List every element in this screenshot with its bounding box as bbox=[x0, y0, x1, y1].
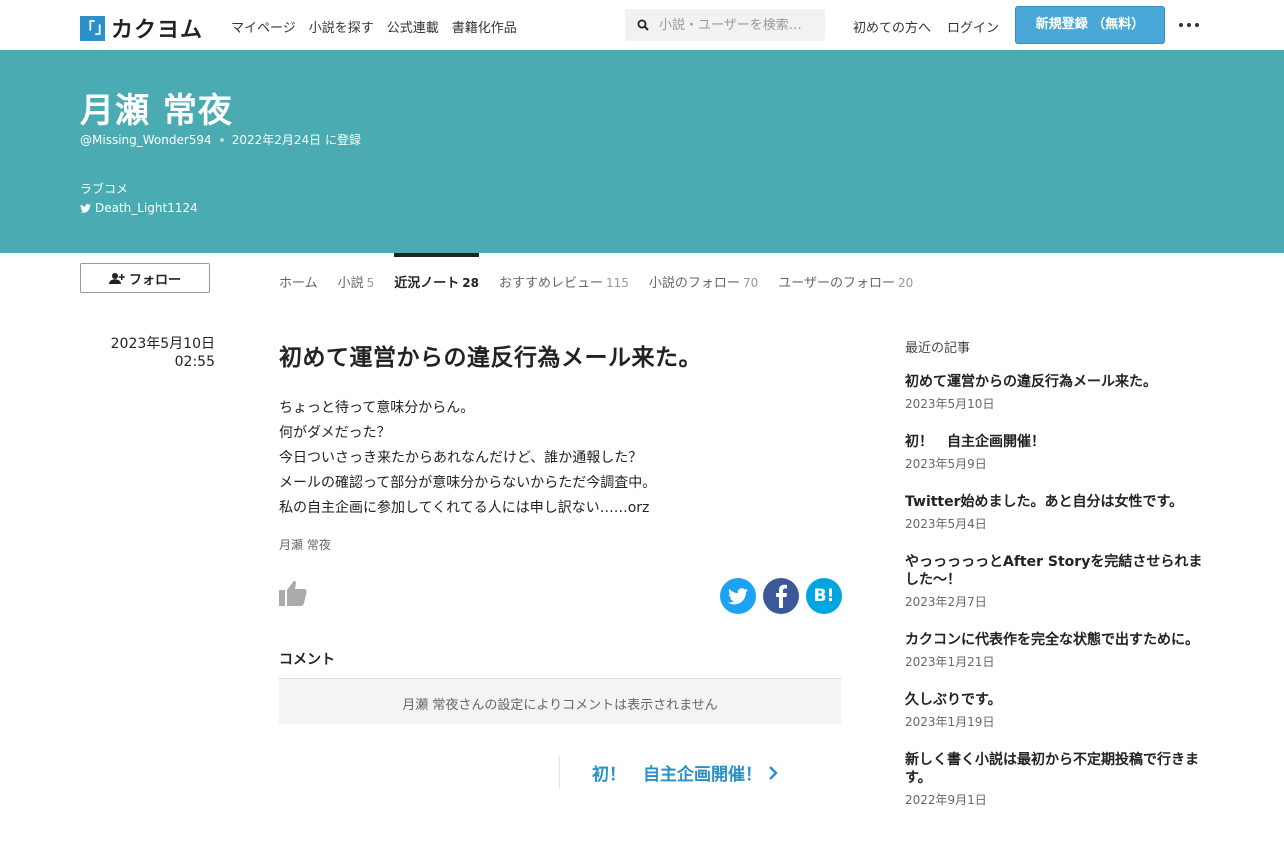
recent-post-date: 2023年5月4日 bbox=[905, 517, 987, 531]
post-line: 今日ついさっき来たからあれなんだけど、誰か通報した？ bbox=[279, 450, 643, 466]
tab-count: 20 bbox=[897, 276, 914, 290]
search-icon bbox=[637, 19, 649, 31]
follow-label: フォロー bbox=[128, 272, 181, 288]
recent-posts-heading: 最近の記事 bbox=[905, 341, 971, 356]
post-actions: B! bbox=[279, 578, 842, 614]
post-line: 私の自主企画に参加してくれてる人には申し訳ない……orz bbox=[279, 500, 650, 516]
signup-button[interactable]: 新規登録 （無料） bbox=[1015, 6, 1165, 44]
top-bar: 「」 カクヨム マイページ 小説を探す 公式連載 書籍化作品 初めての方へ ログ… bbox=[0, 0, 1284, 50]
registration-date: 2022年2月24日 に登録 bbox=[231, 133, 361, 147]
add-user-icon bbox=[108, 272, 125, 284]
site-logo[interactable]: 「」 カクヨム bbox=[80, 12, 203, 44]
comment-notice: 月瀬 常夜さんの設定によりコメントは表示されません bbox=[279, 678, 841, 724]
tab-novels[interactable]: 小説 5 bbox=[338, 253, 375, 303]
login-link[interactable]: ログイン bbox=[947, 17, 999, 36]
recent-post-title[interactable]: 初！ 自主企画開催！ bbox=[905, 433, 1205, 451]
logo-text: カクヨム bbox=[111, 18, 204, 43]
post-line: メールの確認って部分が意味分からないからただ今調査中。 bbox=[279, 475, 657, 491]
follow-button[interactable]: フォロー bbox=[80, 263, 210, 293]
share-hatena-button[interactable]: B! bbox=[806, 578, 842, 614]
nav-find-novels[interactable]: 小説を探す bbox=[309, 17, 374, 36]
user-bio: ラブコメ bbox=[80, 182, 129, 196]
recent-post-date: 2023年1月19日 bbox=[905, 715, 995, 729]
tab-count: 115 bbox=[606, 276, 629, 290]
recent-post-item[interactable]: 新しく書く小説は最初から不定期投稿で行きます。 2022年9月1日 bbox=[905, 751, 1205, 808]
post-line: ちょっと待って意味分からん。 bbox=[279, 400, 475, 416]
tab-label: 小説 bbox=[337, 276, 364, 291]
comment-heading: コメント bbox=[279, 652, 335, 668]
twitter-icon bbox=[80, 203, 91, 213]
recent-post-title[interactable]: やっっっっっとAfter Storyを完結させられました～！ bbox=[905, 553, 1205, 589]
recent-post-title[interactable]: 初めて運営からの違反行為メール来た。 bbox=[905, 373, 1205, 391]
recent-post-title[interactable]: Twitter始めました。あと自分は女性です。 bbox=[905, 493, 1205, 511]
tab-followed-novels[interactable]: 小説のフォロー 70 bbox=[649, 253, 758, 303]
nav-published-works[interactable]: 書籍化作品 bbox=[452, 17, 517, 36]
profile-tabs: ホーム 小説 5 近況ノート 28 おすすめレビュー 115 小説のフォロー 70 ユー… bbox=[279, 253, 933, 303]
more-menu-icon[interactable] bbox=[1178, 14, 1200, 36]
logo-mark: 「」 bbox=[80, 15, 110, 41]
tab-home[interactable]: ホーム bbox=[279, 253, 318, 303]
tab-reviews[interactable]: おすすめレビュー 115 bbox=[499, 253, 629, 303]
user-name[interactable]: 月瀬 常夜 bbox=[80, 83, 233, 132]
recent-post-item[interactable]: 初めて運営からの違反行為メール来た。 2023年5月10日 bbox=[905, 373, 1205, 412]
post-date: 2023年5月10日 bbox=[110, 336, 215, 352]
recent-post-title[interactable]: 久しぶりです。 bbox=[905, 691, 1205, 709]
post-datetime: 2023年5月10日 02:55 bbox=[80, 335, 215, 371]
next-post-link[interactable]: 初！ 自主企画開催！ bbox=[559, 756, 778, 789]
share-twitter-button[interactable] bbox=[720, 578, 756, 614]
tab-label: おすすめレビュー bbox=[499, 276, 604, 291]
tab-news[interactable]: 近況ノート 28 bbox=[394, 253, 479, 303]
tab-label: ユーザーのフォロー bbox=[778, 276, 895, 291]
recent-post-date: 2023年2月7日 bbox=[905, 595, 987, 609]
chevron-right-icon bbox=[769, 765, 778, 780]
thumbs-up-icon[interactable] bbox=[279, 580, 307, 606]
tab-count: 5 bbox=[366, 276, 375, 290]
tab-label: ホーム bbox=[279, 276, 318, 291]
main-nav: マイページ 小説を探す 公式連載 書籍化作品 bbox=[231, 17, 530, 36]
recent-post-title[interactable]: 新しく書く小説は最初から不定期投稿で行きます。 bbox=[905, 751, 1205, 787]
tab-count: 28 bbox=[462, 276, 479, 290]
post-time: 02:55 bbox=[174, 354, 215, 370]
nav-official-series[interactable]: 公式連載 bbox=[387, 17, 439, 36]
nav-mypage[interactable]: マイページ bbox=[231, 17, 296, 36]
hatena-icon: B! bbox=[813, 586, 835, 606]
post-article: 初めて運営からの違反行為メール来た。 ちょっと待って意味分からん。 何がダメだっ… bbox=[279, 338, 841, 553]
search-box[interactable] bbox=[625, 9, 825, 41]
post-line: 何がダメだった？ bbox=[279, 425, 391, 441]
post-title: 初めて運営からの違反行為メール来た。 bbox=[279, 345, 702, 371]
recent-post-item[interactable]: Twitter始めました。あと自分は女性です。 2023年5月4日 bbox=[905, 493, 1205, 532]
recent-post-date: 2023年5月9日 bbox=[905, 457, 987, 471]
post-body: ちょっと待って意味分からん。 何がダメだった？ 今日ついさっき来たからあれなんだ… bbox=[279, 396, 841, 521]
recent-post-date: 2022年9月1日 bbox=[905, 793, 987, 807]
post-author[interactable]: 月瀬 常夜 bbox=[279, 536, 841, 553]
separator-dot bbox=[219, 137, 224, 142]
profile-header: 月瀬 常夜 @Missing_Wonder594 2022年2月24日 に登録 … bbox=[0, 50, 1284, 253]
tab-followed-users[interactable]: ユーザーのフォロー 20 bbox=[778, 253, 913, 303]
recent-post-title[interactable]: カクコンに代表作を完全な状態で出すために。 bbox=[905, 631, 1205, 649]
twitter-link[interactable]: Death_Light1124 bbox=[80, 201, 198, 215]
recent-post-item[interactable]: 初！ 自主企画開催！ 2023年5月9日 bbox=[905, 433, 1205, 472]
recent-post-date: 2023年5月10日 bbox=[905, 397, 995, 411]
search-input[interactable] bbox=[659, 17, 819, 33]
tab-label: 近況ノート bbox=[394, 276, 460, 291]
recent-posts-sidebar: 最近の記事 初めて運営からの違反行為メール来た。 2023年5月10日 初！ 自… bbox=[905, 337, 1205, 807]
recent-post-date: 2023年1月21日 bbox=[905, 655, 995, 669]
recent-post-item[interactable]: 久しぶりです。 2023年1月19日 bbox=[905, 691, 1205, 730]
facebook-icon bbox=[776, 584, 787, 608]
beginner-link[interactable]: 初めての方へ bbox=[853, 17, 931, 36]
profile-meta: @Missing_Wonder594 2022年2月24日 に登録 bbox=[80, 131, 361, 148]
tab-count: 70 bbox=[742, 276, 759, 290]
twitter-handle: Death_Light1124 bbox=[95, 201, 198, 215]
twitter-icon bbox=[728, 587, 748, 604]
recent-post-item[interactable]: やっっっっっとAfter Storyを完結させられました～！ 2023年2月7日 bbox=[905, 553, 1205, 610]
next-post-title: 初！ 自主企画開催！ bbox=[592, 765, 762, 785]
user-handle: @Missing_Wonder594 bbox=[80, 132, 212, 147]
tab-label: 小説のフォロー bbox=[648, 276, 740, 291]
share-facebook-button[interactable] bbox=[763, 578, 799, 614]
recent-post-item[interactable]: カクコンに代表作を完全な状態で出すために。 2023年1月21日 bbox=[905, 631, 1205, 670]
